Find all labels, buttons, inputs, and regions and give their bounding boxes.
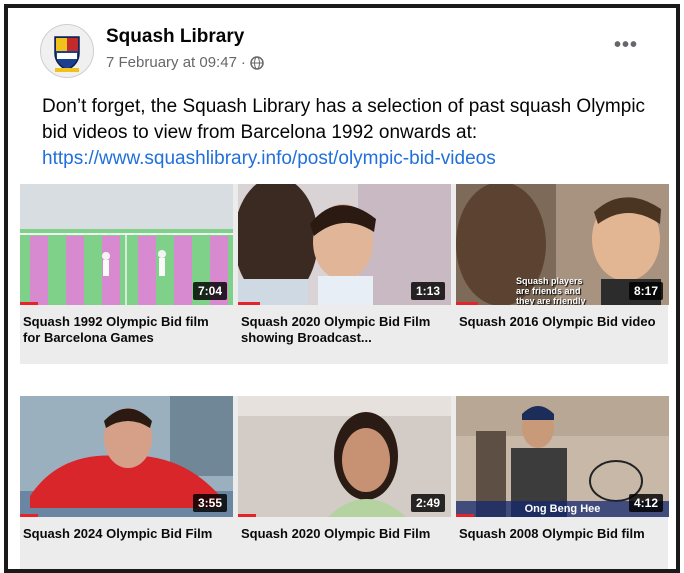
video-card[interactable]: 3:55 Squash 2024 Olympic Bid Film — [20, 396, 233, 569]
video-card[interactable]: 2:49 Squash 2020 Olympic Bid Film — [238, 396, 451, 569]
video-thumbnail[interactable]: 7:04 — [20, 184, 233, 305]
video-row: 7:04 Squash 1992 Olympic Bid film for Ba… — [20, 184, 669, 364]
video-title[interactable]: Squash 2016 Olympic Bid video — [459, 314, 664, 330]
video-thumbnail[interactable]: 1:13 — [238, 184, 451, 305]
video-title[interactable]: Squash 1992 Olympic Bid film for Barcelo… — [23, 314, 228, 346]
video-title[interactable]: Squash 2020 Olympic Bid Film showing Bro… — [241, 314, 446, 346]
video-card[interactable]: Squash players are friends and they are … — [456, 184, 669, 364]
video-duration: 1:13 — [410, 282, 445, 300]
more-options-button[interactable]: ••• — [614, 34, 638, 57]
post-link[interactable]: https://www.squashlibrary.info/post/olym… — [42, 148, 496, 169]
watch-progress-bar — [238, 514, 256, 517]
video-title[interactable]: Squash 2024 Olympic Bid Film — [23, 526, 228, 542]
video-title[interactable]: Squash 2020 Olympic Bid Film — [241, 526, 446, 542]
video-card[interactable]: 1:13 Squash 2020 Olympic Bid Film showin… — [238, 184, 451, 364]
meta-separator: · — [240, 54, 246, 71]
video-thumbnail[interactable]: Squash players are friends and they are … — [456, 184, 669, 305]
video-duration: 3:55 — [192, 494, 227, 512]
row-divider — [20, 364, 668, 396]
video-caption-overlay: Squash players are friends and they are … — [516, 276, 586, 305]
watch-progress-bar — [456, 302, 478, 305]
crest-logo-icon — [54, 36, 80, 72]
video-card[interactable]: 7:04 Squash 1992 Olympic Bid film for Ba… — [20, 184, 233, 364]
video-thumbnail[interactable]: 2:49 — [238, 396, 451, 517]
video-duration: 2:49 — [410, 494, 445, 512]
video-duration: 7:04 — [192, 282, 227, 300]
watch-progress-bar — [20, 302, 38, 305]
video-row: 3:55 Squash 2024 Olympic Bid Film 2:49 S… — [20, 396, 669, 569]
video-card[interactable]: Ong Beng Hee 4:12 Squash 2008 Olympic Bi… — [456, 396, 669, 569]
globe-icon — [250, 55, 264, 70]
post-message-text: Don’t forget, the Squash Library has a s… — [42, 96, 646, 143]
video-thumbnail[interactable]: Ong Beng Hee 4:12 — [456, 396, 669, 517]
video-duration: 8:17 — [628, 282, 663, 300]
post-message: Don’t forget, the Squash Library has a s… — [42, 94, 662, 172]
post-timestamp[interactable]: 7 February at 09:47 — [106, 54, 237, 71]
video-thumbnail[interactable]: 3:55 — [20, 396, 233, 517]
video-grid: 7:04 Squash 1992 Olympic Bid film for Ba… — [20, 184, 669, 569]
post-meta: 7 February at 09:47 · — [106, 54, 264, 71]
watch-progress-bar — [238, 302, 260, 305]
video-duration: 4:12 — [628, 494, 663, 512]
video-title[interactable]: Squash 2008 Olympic Bid film — [459, 526, 664, 542]
post-author[interactable]: Squash Library — [106, 26, 244, 48]
post-card: Squash Library 7 February at 09:47 · •••… — [4, 4, 680, 573]
page-avatar[interactable] — [40, 24, 94, 78]
watch-progress-bar — [456, 514, 474, 517]
watch-progress-bar — [20, 514, 38, 517]
post-header: Squash Library 7 February at 09:47 · ••• — [8, 8, 676, 86]
